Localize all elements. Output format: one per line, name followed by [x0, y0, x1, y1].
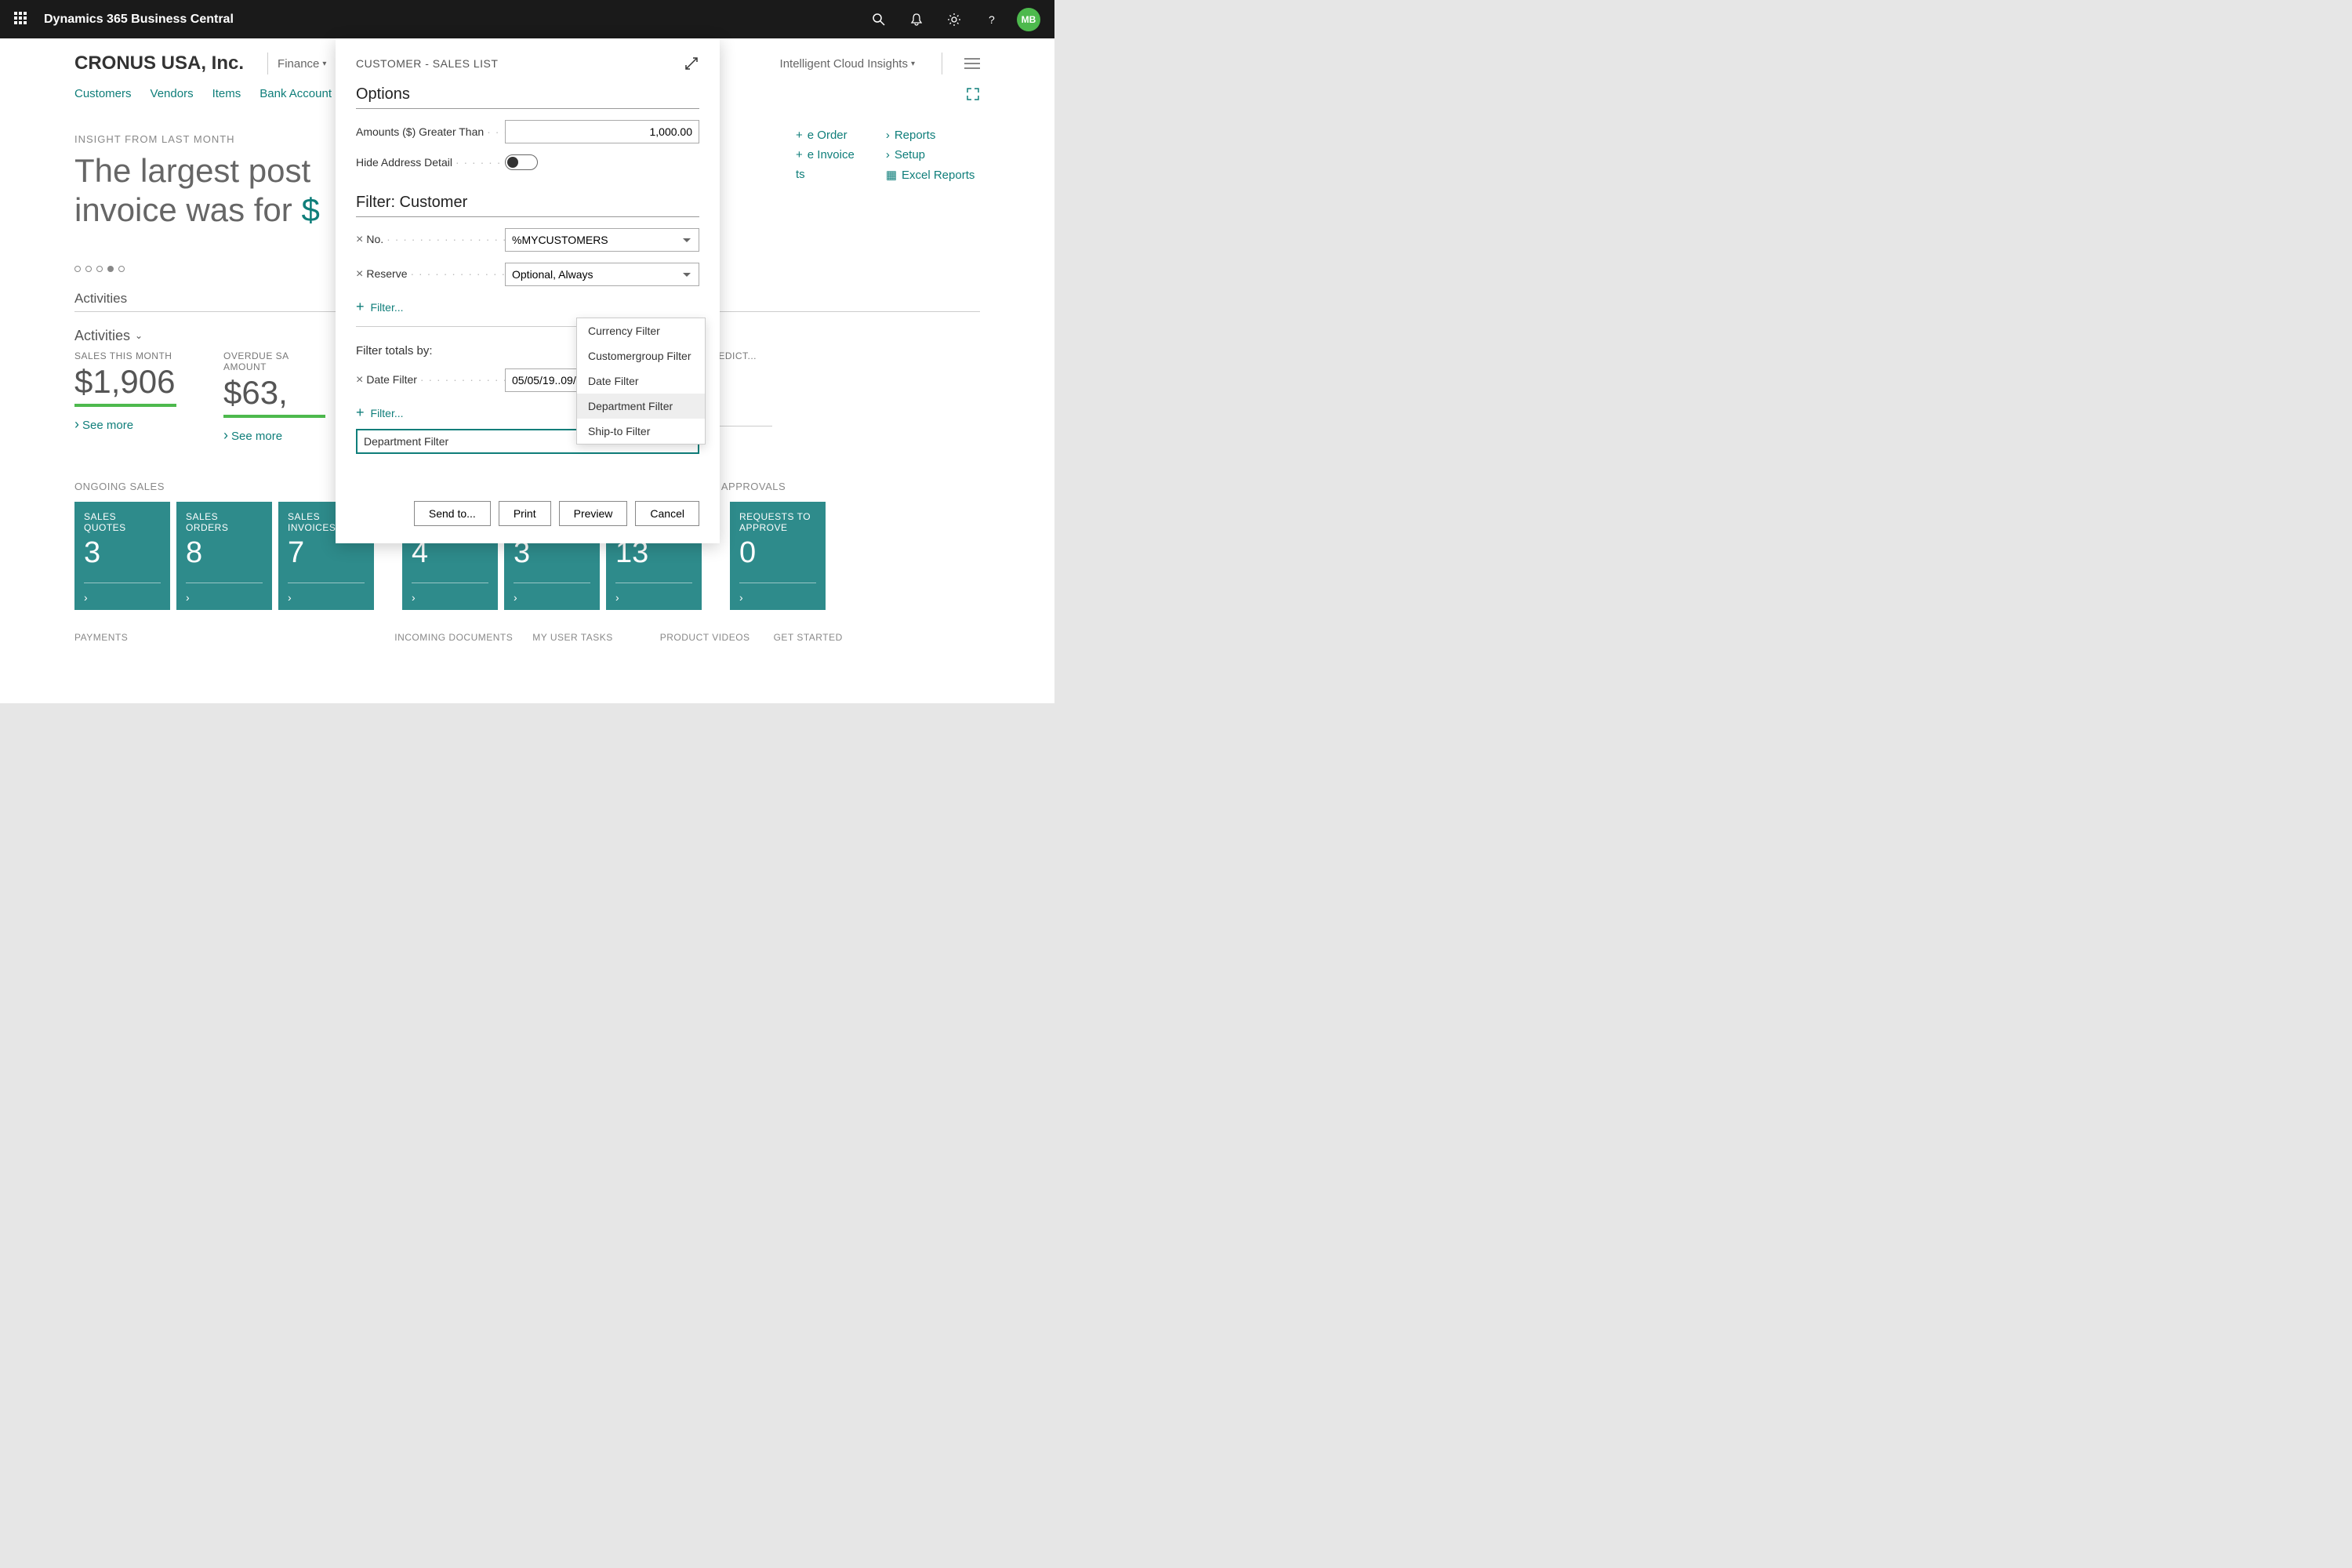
chevron-right-icon: ›	[514, 591, 517, 604]
svg-text:?: ?	[989, 13, 995, 26]
link-reports[interactable]: ›Reports	[886, 129, 975, 142]
add-filter-link[interactable]: Filter...	[356, 299, 699, 315]
gear-icon[interactable]	[946, 12, 962, 27]
chevron-down-icon: ▾	[322, 60, 326, 68]
metric-label: SALES THIS MONTH	[74, 350, 176, 361]
tab-customers[interactable]: Customers	[74, 87, 132, 100]
dialog-title: CUSTOMER - SALES LIST	[356, 57, 498, 70]
date-filter-label: ×Date Filter	[356, 373, 505, 387]
metric-value: $63,	[223, 374, 325, 412]
dot[interactable]	[118, 266, 125, 272]
quick-links: +e Order +e Invoice ts ›Reports ›Setup ▦…	[796, 129, 976, 188]
user-tasks-label: MY USER TASKS	[532, 632, 613, 643]
metric-overdue: OVERDUE SA AMOUNT $63, See more	[223, 350, 325, 452]
amount-input[interactable]	[505, 120, 699, 143]
chevron-right-icon: ›	[615, 591, 619, 604]
tab-items[interactable]: Items	[212, 87, 241, 100]
chevron-down-icon: ▾	[911, 60, 915, 68]
tab-bank[interactable]: Bank Account	[260, 87, 332, 100]
customer-sales-dialog: CUSTOMER - SALES LIST Options Amounts ($…	[336, 38, 720, 543]
tab-vendors[interactable]: Vendors	[151, 87, 194, 100]
link-order[interactable]: +e Order	[796, 129, 855, 142]
get-started-label: GET STARTED	[774, 632, 843, 643]
chevron-right-icon: ›	[186, 591, 190, 604]
chevron-right-icon: ›	[288, 591, 292, 604]
remove-filter-icon[interactable]: ×	[356, 233, 363, 246]
approvals-label: APPROVALS	[721, 481, 786, 492]
dot[interactable]	[85, 266, 92, 272]
link-ts[interactable]: ts	[796, 168, 855, 181]
expand-icon[interactable]	[684, 56, 699, 71]
chevron-right-icon: ›	[739, 591, 743, 604]
chevron-right-icon: ›	[886, 148, 890, 162]
link-excel[interactable]: ▦Excel Reports	[886, 168, 975, 182]
no-select[interactable]: %MYCUSTOMERS	[505, 228, 699, 252]
no-label: ×No.	[356, 233, 505, 247]
chevron-down-icon: ⌄	[135, 330, 143, 341]
amount-label: Amounts ($) Greater Than	[356, 125, 505, 138]
hide-addr-label: Hide Address Detail	[356, 156, 505, 169]
hide-addr-toggle[interactable]	[505, 154, 538, 170]
reserve-label: ×Reserve	[356, 267, 505, 281]
dropdown-item[interactable]: Customergroup Filter	[577, 343, 705, 368]
preview-button[interactable]: Preview	[559, 501, 628, 526]
tile-sales-quotes[interactable]: SALES QUOTES3›	[74, 502, 170, 610]
dropdown-item[interactable]: Ship-to Filter	[577, 419, 705, 444]
nav-insights[interactable]: Intelligent Cloud Insights▾	[780, 57, 915, 71]
top-bar: Dynamics 365 Business Central ? MB	[0, 0, 1054, 38]
expand-icon[interactable]	[966, 87, 980, 101]
dropdown-item[interactable]: Date Filter	[577, 368, 705, 394]
dropdown-item[interactable]: Currency Filter	[577, 318, 705, 343]
see-more-link[interactable]: See more	[223, 427, 325, 444]
dropdown-item-selected[interactable]: Department Filter	[577, 394, 705, 419]
payments-label: PAYMENTS	[74, 632, 128, 643]
bottom-section-labels: PAYMENTS INCOMING DOCUMENTS MY USER TASK…	[74, 632, 980, 643]
remove-filter-icon[interactable]: ×	[356, 373, 363, 387]
print-button[interactable]: Print	[499, 501, 551, 526]
dot[interactable]	[96, 266, 103, 272]
dot[interactable]	[74, 266, 81, 272]
nav-finance[interactable]: Finance▾	[278, 57, 326, 71]
dot-active[interactable]	[107, 266, 114, 272]
divider	[267, 53, 268, 74]
help-icon[interactable]: ?	[984, 12, 1000, 27]
metric-sales-month: SALES THIS MONTH $1,906 See more	[74, 350, 176, 452]
link-setup[interactable]: ›Setup	[886, 148, 975, 162]
bell-icon[interactable]	[909, 12, 924, 27]
tile-sales-orders[interactable]: SALES ORDERS8›	[176, 502, 272, 610]
chevron-right-icon: ›	[412, 591, 416, 604]
plus-icon: +	[796, 148, 803, 162]
tile-approvals[interactable]: REQUESTS TO APPROVE0›	[730, 502, 826, 610]
reserve-select[interactable]: Optional, Always	[505, 263, 699, 286]
remove-filter-icon[interactable]: ×	[356, 267, 363, 281]
product-videos-label: PRODUCT VIDEOS	[660, 632, 750, 643]
app-title: Dynamics 365 Business Central	[44, 13, 234, 27]
ongoing-sales-label: ONGOING SALES	[74, 481, 165, 492]
metric-bar	[74, 404, 176, 407]
link-invoice[interactable]: +e Invoice	[796, 148, 855, 162]
cancel-button[interactable]: Cancel	[635, 501, 699, 526]
company-name[interactable]: CRONUS USA, Inc.	[74, 53, 244, 74]
see-more-link[interactable]: See more	[74, 416, 176, 433]
filter-heading: Filter: Customer	[356, 194, 699, 217]
chevron-right-icon: ›	[84, 591, 88, 604]
metric-bar	[223, 415, 325, 418]
incoming-docs-label: INCOMING DOCUMENTS	[394, 632, 513, 643]
search-icon[interactable]	[871, 12, 887, 27]
metric-value: $1,906	[74, 363, 176, 401]
send-to-button[interactable]: Send to...	[414, 501, 491, 526]
plus-icon: +	[796, 129, 803, 142]
chevron-right-icon: ›	[886, 129, 890, 142]
menu-icon[interactable]	[964, 58, 980, 69]
options-heading: Options	[356, 85, 699, 109]
app-launcher-icon[interactable]	[14, 12, 30, 27]
avatar[interactable]: MB	[1017, 8, 1040, 31]
excel-icon: ▦	[886, 169, 897, 182]
filter-dropdown: Currency Filter Customergroup Filter Dat…	[576, 318, 706, 445]
metric-label: OVERDUE SA AMOUNT	[223, 350, 325, 372]
